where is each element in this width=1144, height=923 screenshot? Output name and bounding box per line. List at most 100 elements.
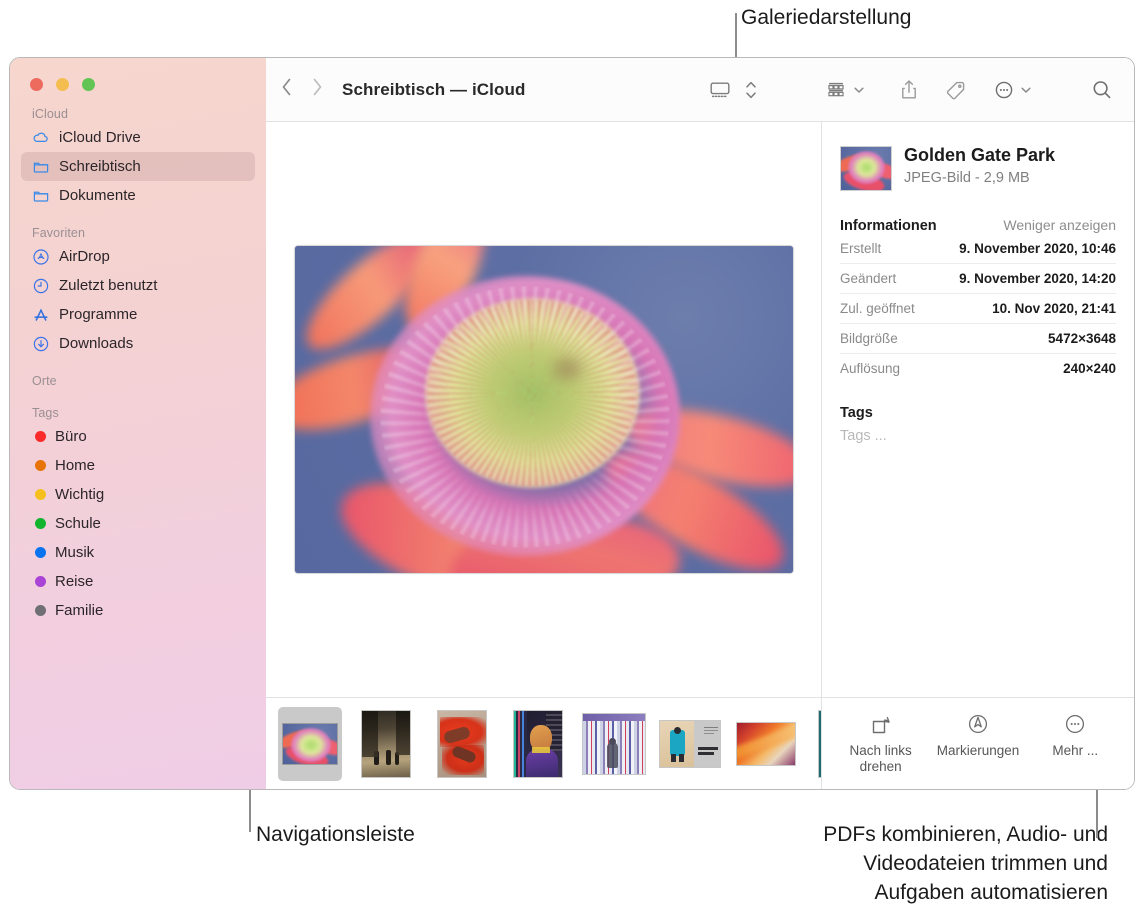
forward-icon[interactable] [311,77,324,102]
info-section-title: Informationen [840,218,937,234]
filmstrip-item-louisa-parris-layout[interactable] [658,707,722,781]
info-row-value: 9. November 2020, 14:20 [959,271,1116,286]
preview-column [266,122,822,789]
info-row-value: 5472×3648 [1048,331,1116,346]
filmstrip-item-red-hands-artwork[interactable] [430,707,494,781]
tag-dot-icon [35,576,46,587]
sidebar-item-tag-familie[interactable]: Familie [21,596,255,625]
sidebar-item-label: Reise [55,573,93,590]
main-area: Schreibtisch — iCloud [266,58,1134,789]
sidebar-item-zuletzt-benutzt[interactable]: Zuletzt benutzt [21,271,255,300]
group-by-icon[interactable] [824,79,848,101]
sidebar-item-label: Musik [55,544,94,561]
sidebar: iCloud iCloud Drive [10,58,266,789]
rotate-left-icon [869,712,893,736]
tags-section-title: Tags [840,405,1116,421]
thumbnail-image [818,710,821,778]
info-panel-content: Golden Gate Park JPEG-Bild - 2,9 MB Info… [822,122,1134,697]
sidebar-item-programme[interactable]: Programme [21,300,255,329]
thumbnail-image [582,713,646,775]
sidebar-section-tags: Tags [10,406,266,422]
filmstrip-item-portrait-neon-lights[interactable] [506,707,570,781]
close-button[interactable] [30,78,43,91]
sidebar-item-label: Schreibtisch [59,158,141,175]
filmstrip-item-orange-gradient-abstract[interactable] [734,707,798,781]
info-row-key: Zul. geöffnet [840,301,915,316]
sidebar-item-label: Familie [55,602,103,619]
more-actions-icon[interactable] [993,79,1015,101]
info-row-value: 240×240 [1063,361,1116,376]
quick-action-markup[interactable]: Markierungen [930,712,1026,759]
sidebar-item-label: AirDrop [59,248,110,265]
content-row: Golden Gate Park JPEG-Bild - 2,9 MB Info… [266,122,1134,789]
markup-icon [966,712,990,736]
tag-icon[interactable] [945,79,967,101]
filmstrip-item-forest-road-silhouettes[interactable] [354,707,418,781]
filmstrip[interactable] [266,697,821,789]
share-icon[interactable] [899,78,919,102]
folder-icon [32,187,50,205]
folder-icon [32,158,50,176]
file-meta: JPEG-Bild - 2,9 MB [904,170,1055,186]
filmstrip-item-golden-gate-park-flower[interactable] [278,707,342,781]
sidebar-item-label: Wichtig [55,486,104,503]
sidebar-item-tag-buero[interactable]: Büro [21,422,255,451]
quick-action-rotate-left[interactable]: Nach links drehen [833,712,929,775]
finder-window: iCloud iCloud Drive [9,57,1135,790]
quick-action-more[interactable]: Mehr ... [1027,712,1123,759]
minimize-button[interactable] [56,78,69,91]
info-row-key: Bildgröße [840,331,898,346]
sidebar-group-favoriten: AirDrop Zuletzt benutzt [10,242,266,358]
quick-action-label: Nach links drehen [850,743,912,775]
window-controls [10,58,266,91]
gallery-view-icon[interactable] [708,79,732,101]
sidebar-item-schreibtisch[interactable]: Schreibtisch [21,152,255,181]
sidebar-item-icloud-drive[interactable]: iCloud Drive [21,123,255,152]
sidebar-section-orte: Orte [10,374,266,390]
sidebar-item-tag-home[interactable]: Home [21,451,255,480]
filmstrip-item-striped-curtains-figure[interactable] [582,707,646,781]
maximize-button[interactable] [82,78,95,91]
search-icon[interactable] [1090,78,1114,102]
sidebar-item-label: Schule [55,515,101,532]
show-less-button[interactable]: Weniger anzeigen [1003,217,1116,233]
callout-gallery-view: Galeriedarstellung [741,3,911,32]
thumbnail-image [361,710,411,778]
sidebar-section-icloud: iCloud [10,107,266,123]
info-row-key: Geändert [840,271,896,286]
info-row-bildgroesse: Bildgröße 5472×3648 [840,324,1116,354]
airdrop-icon [32,248,50,266]
tag-dot-icon [35,489,46,500]
toolbar: Schreibtisch — iCloud [266,58,1134,122]
sidebar-item-downloads[interactable]: Downloads [21,329,255,358]
toolbar-controls [708,77,1134,103]
tag-dot-icon [35,460,46,471]
screenshot-root: Galeriedarstellung Navigationsleiste PDF… [0,0,1144,923]
info-panel: Golden Gate Park JPEG-Bild - 2,9 MB Info… [822,122,1134,789]
view-stepper-icon[interactable] [744,77,758,103]
sidebar-item-dokumente[interactable]: Dokumente [21,181,255,210]
sidebar-item-airdrop[interactable]: AirDrop [21,242,255,271]
info-section-header: Informationen Weniger anzeigen [840,217,1116,234]
photo-center-shadow [545,351,589,387]
sidebar-item-tag-reise[interactable]: Reise [21,567,255,596]
info-row-key: Erstellt [840,241,881,256]
filmstrip-item-marketing-plan-fall-2019[interactable] [810,707,821,781]
photo-petal-spikes [380,286,670,548]
preview-image-golden-gate-park[interactable] [294,245,794,574]
back-icon[interactable] [280,77,293,102]
info-row-key: Auflösung [840,361,900,376]
page-title: Schreibtisch — iCloud [342,80,525,100]
tags-input[interactable]: Tags ... [840,428,1116,444]
sidebar-item-tag-schule[interactable]: Schule [21,509,255,538]
tag-dot-icon [35,518,46,529]
sidebar-item-tag-musik[interactable]: Musik [21,538,255,567]
sidebar-item-label: iCloud Drive [59,129,141,146]
chevron-down-icon[interactable] [853,84,865,96]
callout-nav-bar: Navigationsleiste [256,820,415,849]
chevron-down-icon[interactable] [1020,84,1032,96]
tag-dot-icon [35,431,46,442]
info-row-erstellt: Erstellt 9. November 2020, 10:46 [840,234,1116,264]
sidebar-item-tag-wichtig[interactable]: Wichtig [21,480,255,509]
sidebar-group-tags: Büro Home Wichtig Schule Musik [10,422,266,625]
